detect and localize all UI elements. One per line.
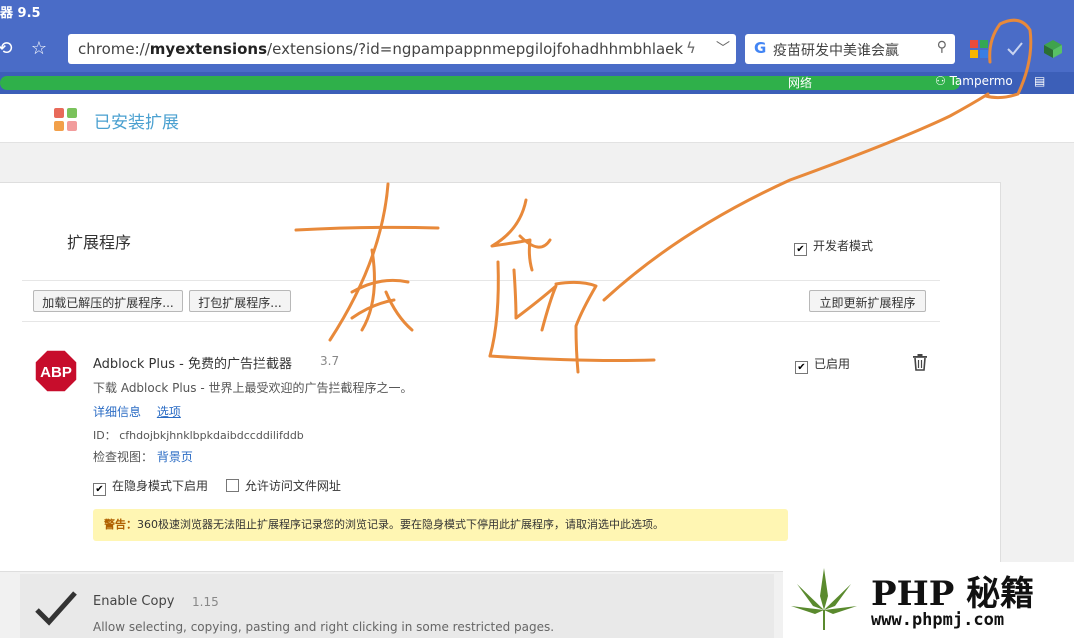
url-text: chrome://myextensions/extensions/?id=ngp…: [78, 40, 684, 58]
undo-icon[interactable]: ⟲: [0, 38, 16, 60]
extension-version: 1.15: [192, 595, 219, 609]
bookmark-tampermonkey[interactable]: ⚇ Tampermo: [935, 74, 1013, 88]
developer-mode-checkbox[interactable]: ✔: [794, 243, 807, 256]
extension-description: 下载 Adblock Plus - 世界上最受欢迎的广告拦截程序之一。: [93, 381, 413, 395]
google-icon: G: [754, 39, 767, 57]
extensions-panel: 扩展程序 ✔ 开发者模式 加载已解压的扩展程序... 打包扩展程序... 立即更新…: [0, 182, 1001, 572]
search-box[interactable]: G 疫苗研发中美谁会赢 ⚲: [745, 34, 955, 64]
toolbar: ⟲ ☆ chrome://myextensions/extensions/?id…: [0, 24, 1074, 72]
extension-name: Enable Copy: [93, 594, 175, 609]
background-page-link[interactable]: 背景页: [157, 450, 193, 464]
extension-version: 3.7: [320, 354, 340, 368]
enabled-checkbox[interactable]: ✔: [795, 361, 808, 374]
file-icon[interactable]: ▤: [1034, 74, 1045, 88]
extension-description: Allow selecting, copying, pasting and ri…: [93, 620, 555, 634]
bookmark-item[interactable]: 网络: [788, 74, 812, 91]
watermark-url: www.phpmj.com: [871, 610, 1005, 630]
inspect-views: 检查视图： 背景页: [93, 450, 193, 464]
page-header: 已安装扩展: [0, 94, 1074, 143]
file-access-checkbox[interactable]: [225, 479, 239, 492]
window-title: 器 9.5: [0, 6, 41, 21]
trash-icon[interactable]: [912, 353, 928, 371]
chevron-down-icon[interactable]: ﹀: [716, 38, 730, 58]
divider: [22, 280, 940, 281]
page-title: 已安装扩展: [94, 113, 179, 133]
extension-links: 详细信息 选项: [93, 403, 181, 420]
extension-cube-icon[interactable]: [1042, 38, 1064, 60]
details-link[interactable]: 详细信息: [93, 405, 141, 419]
pack-extension-button[interactable]: 打包扩展程序...: [189, 290, 291, 312]
bookmarks-bar: 网络 ⚇ Tampermo ▤: [0, 72, 1074, 94]
bookmark-star-icon[interactable]: ☆: [28, 38, 50, 60]
adblock-plus-icon: ABP: [34, 349, 78, 393]
extension-name: Adblock Plus - 免费的广告拦截器: [93, 357, 292, 372]
watermark-title: PHP 秘籍: [871, 574, 1035, 614]
tampermonkey-icon: ⚇: [935, 74, 950, 88]
apps-grid-icon[interactable]: [968, 38, 990, 60]
load-unpacked-button[interactable]: 加载已解压的扩展程序...: [33, 290, 183, 312]
address-bar[interactable]: chrome://myextensions/extensions/?id=ngp…: [68, 34, 736, 64]
developer-mode-toggle[interactable]: ✔ 开发者模式: [794, 237, 873, 256]
enabled-toggle[interactable]: ✔ 已启用: [795, 355, 850, 374]
search-icon[interactable]: ⚲: [937, 39, 947, 55]
enable-copy-check-icon: [35, 591, 77, 626]
watermark: PHP 秘籍 www.phpmj.com: [783, 562, 1074, 638]
cannabis-leaf-icon: [791, 568, 857, 630]
section-title: 扩展程序: [67, 233, 132, 252]
extension-card-disabled: Enable Copy 1.15 Allow selecting, copyin…: [20, 574, 774, 638]
search-input[interactable]: 疫苗研发中美谁会赢: [773, 40, 899, 60]
lightning-icon[interactable]: ϟ: [686, 39, 696, 57]
options-link[interactable]: 选项: [157, 405, 181, 419]
extension-options: ✔ 在隐身模式下启用 允许访问文件网址: [93, 477, 341, 496]
incognito-checkbox[interactable]: ✔: [93, 483, 106, 496]
incognito-option[interactable]: ✔ 在隐身模式下启用: [93, 479, 208, 496]
warning-banner: 警告：360极速浏览器无法阻止扩展程序记录您的浏览记录。要在隐身模式下停用此扩展…: [93, 509, 788, 541]
divider: [22, 321, 940, 322]
update-extensions-button[interactable]: 立即更新扩展程序: [809, 290, 926, 312]
redaction-scribble: [0, 76, 960, 90]
extensions-logo-icon: [54, 108, 78, 132]
check-icon[interactable]: [1004, 38, 1026, 60]
file-access-option[interactable]: 允许访问文件网址: [225, 479, 341, 493]
svg-text:ABP: ABP: [40, 364, 72, 381]
extension-id: ID： cfhdojbkjhnklbpkdaibdccddilifddb: [93, 429, 304, 442]
